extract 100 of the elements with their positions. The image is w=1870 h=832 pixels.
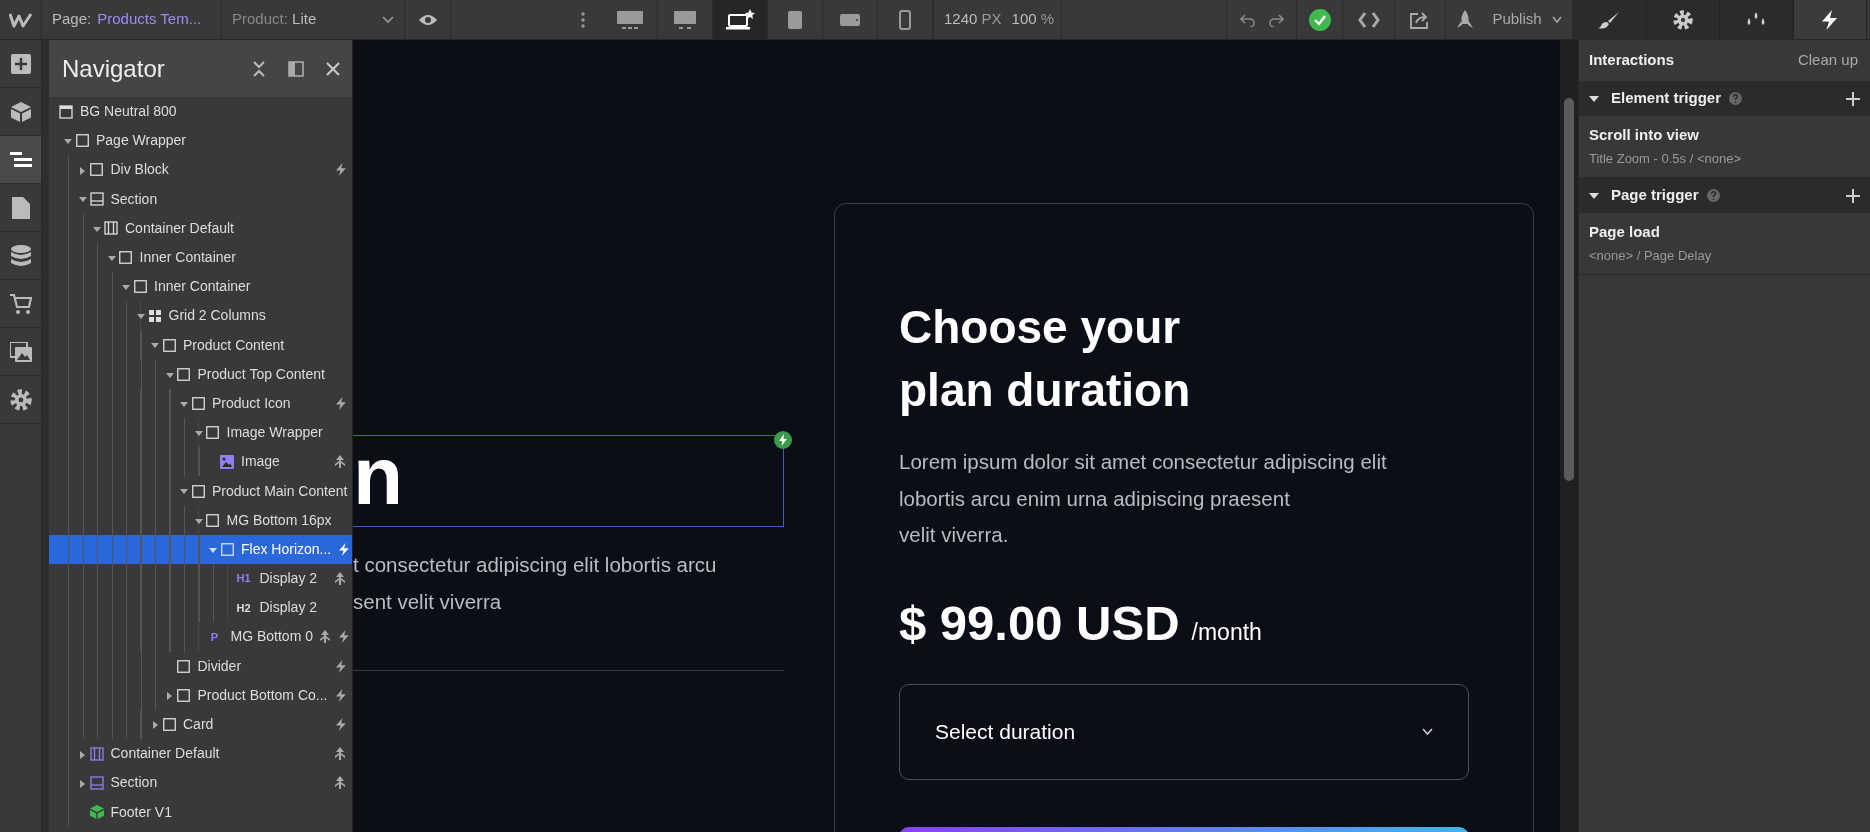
add-icon (1846, 91, 1860, 106)
phone-icon (899, 9, 911, 30)
monitor-icon (616, 9, 644, 30)
more-icon (581, 11, 585, 28)
caret-down-icon (1589, 95, 1599, 102)
trigger-group-title: Page trigger (1611, 185, 1699, 206)
tree-item[interactable]: BG Neutral 800 (49, 97, 352, 127)
box-icon (206, 513, 219, 527)
brush-icon (1598, 10, 1621, 29)
eye-icon (417, 13, 438, 28)
add-trigger-button[interactable] (1846, 188, 1860, 203)
card-paragraph: Lorem ipsum dolor sit amet consectetur adipiscing elit lobortis arcu enim urna adipiscing praesent velit viverra. (899, 449, 1388, 548)
lightning-icon (336, 688, 346, 702)
chevron-down-icon (382, 15, 394, 24)
branch-icon (334, 455, 346, 469)
duration-select[interactable]: Select duration (899, 684, 1469, 780)
section-icon (89, 775, 104, 790)
export-icon (1410, 11, 1430, 30)
logo-icon (8, 11, 33, 28)
settings-icon (1672, 9, 1693, 30)
caret-right-icon (80, 750, 85, 759)
page-icon (11, 196, 30, 219)
zoom-value: 100 % (1011, 9, 1055, 30)
tree-item-label: MG Bottom 16px (226, 510, 333, 530)
caret-down-icon (107, 255, 116, 261)
images-icon (9, 341, 32, 362)
lightning-icon (336, 718, 346, 732)
caret-down-icon (194, 518, 203, 524)
rocket-icon (1456, 9, 1475, 30)
caret-right-icon (167, 692, 172, 701)
tree-item[interactable]: Page Wrapper (49, 126, 352, 156)
tree-item-label: Product Icon (212, 393, 292, 413)
caret-right-icon (80, 166, 85, 175)
tree-item-label: Inner Container (139, 248, 237, 268)
box-icon (162, 338, 176, 352)
interaction-badge-icon (774, 430, 792, 449)
tag-label: H2 (235, 600, 252, 616)
branch-icon (334, 747, 346, 761)
add-trigger-button[interactable] (1846, 91, 1860, 106)
panel-title: Navigator (62, 53, 166, 84)
add-icon (10, 53, 31, 74)
width-value: 1240 PX (944, 9, 1002, 30)
caret-down-icon (1589, 192, 1599, 199)
close-icon (326, 62, 340, 77)
breakpoint-button[interactable] (713, 0, 768, 39)
container-icon (89, 746, 104, 761)
image-icon (220, 454, 234, 469)
box-icon (133, 280, 147, 294)
database-icon (10, 244, 31, 267)
section-icon (89, 192, 104, 207)
redo-icon (1267, 13, 1284, 28)
container-icon (104, 221, 118, 236)
caret-down-icon (151, 343, 159, 349)
trigger-item[interactable]: Page load <none> / Page Delay (1579, 213, 1870, 275)
caret-down-icon (180, 401, 188, 407)
tree-item-label: Product Content (183, 335, 286, 355)
box-icon (177, 367, 190, 381)
tree-item-label: Image (241, 452, 281, 472)
box-icon (177, 659, 190, 673)
tablet-icon (787, 9, 803, 30)
page-link[interactable]: Products Tem... (97, 8, 202, 31)
box-icon (191, 396, 205, 410)
lightning-icon (336, 396, 346, 410)
laptop-star-icon (725, 8, 755, 31)
branch-icon (334, 572, 346, 586)
tree-item-label: Section (110, 189, 159, 209)
panel-tab[interactable] (1646, 0, 1720, 39)
card-heading: Choose your plan duration (899, 300, 1192, 418)
settings-icon (9, 388, 32, 411)
tree-item-label: Image Wrapper (226, 423, 324, 443)
undo-icon (1239, 13, 1256, 28)
tree-item-label: Flex Horizon... (241, 539, 332, 559)
trigger-group-title: Element trigger (1611, 88, 1722, 109)
product-dropdown[interactable]: Product: Lite (222, 0, 405, 39)
page-label: Page: (52, 9, 92, 30)
lightning-icon (338, 630, 349, 644)
tree-item-label: Section (110, 773, 159, 793)
cart-icon (9, 292, 32, 315)
caret-right-icon (152, 721, 158, 730)
monitor-icon (673, 9, 697, 30)
tree-item-label: Display 2 (259, 569, 319, 589)
tree-item-label: Product Main Content (212, 481, 348, 501)
tag-label: P (209, 629, 220, 645)
layers-list-icon (9, 151, 32, 168)
cube-icon (10, 101, 31, 122)
window-icon (59, 104, 73, 119)
tree-item[interactable]: Flex Horizon... (49, 534, 352, 564)
scrollbar[interactable] (1560, 40, 1578, 832)
box-icon (75, 134, 89, 148)
chevron-down-icon (1422, 728, 1433, 736)
clean-up-link[interactable]: Clean up (1797, 49, 1858, 72)
tree-item-label: Product Bottom Co... (197, 685, 329, 705)
component-icon (89, 805, 104, 820)
period-text: /month (1191, 617, 1262, 647)
heading-text: n (353, 435, 404, 517)
tree-item-label: Container Default (125, 218, 235, 238)
caret-down-icon (194, 430, 203, 436)
lightning-icon (339, 542, 349, 556)
lightning-icon (1822, 9, 1838, 30)
help-icon (1729, 92, 1743, 105)
